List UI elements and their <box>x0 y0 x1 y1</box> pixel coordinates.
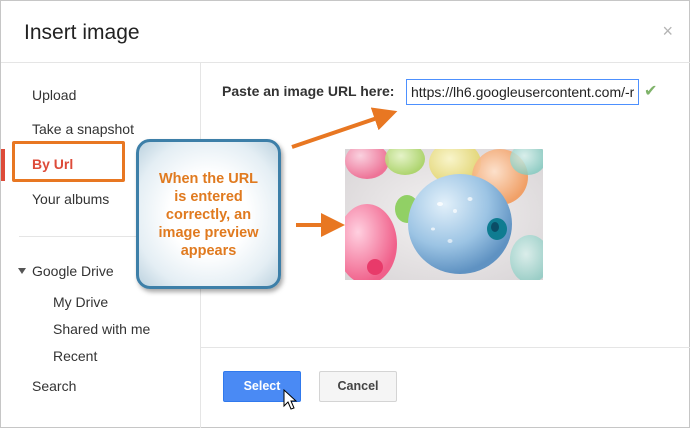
sidebar-item-your-albums[interactable]: Your albums <box>32 191 109 207</box>
sidebar-item-take-snapshot[interactable]: Take a snapshot <box>32 121 134 137</box>
sidebar-item-google-drive[interactable]: Google Drive <box>32 263 114 279</box>
annotation-callout: When the URL is entered correctly, an im… <box>136 139 281 289</box>
active-indicator <box>1 149 5 181</box>
check-icon: ✔ <box>644 83 658 100</box>
close-icon[interactable]: × <box>662 21 673 42</box>
url-input[interactable] <box>406 79 639 105</box>
sidebar-item-search[interactable]: Search <box>32 378 76 394</box>
image-preview <box>345 149 543 280</box>
mouse-pointer-icon <box>283 389 298 410</box>
sidebar-item-upload[interactable]: Upload <box>32 87 76 103</box>
callout-text: When the URL is entered correctly, an im… <box>158 171 259 259</box>
insert-image-dialog: Insert image × Upload Take a snapshot By… <box>0 0 690 428</box>
triangle-down-icon[interactable] <box>18 268 26 274</box>
dialog-title: Insert image <box>24 21 140 44</box>
url-label: Paste an image URL here: <box>222 83 395 99</box>
sidebar-item-shared-with-me[interactable]: Shared with me <box>53 321 150 337</box>
sidebar-item-my-drive[interactable]: My Drive <box>53 294 108 310</box>
cancel-button[interactable]: Cancel <box>319 371 397 402</box>
footer-divider <box>201 347 690 348</box>
by-url-highlight-box <box>12 141 125 182</box>
sidebar-item-recent[interactable]: Recent <box>53 348 97 364</box>
